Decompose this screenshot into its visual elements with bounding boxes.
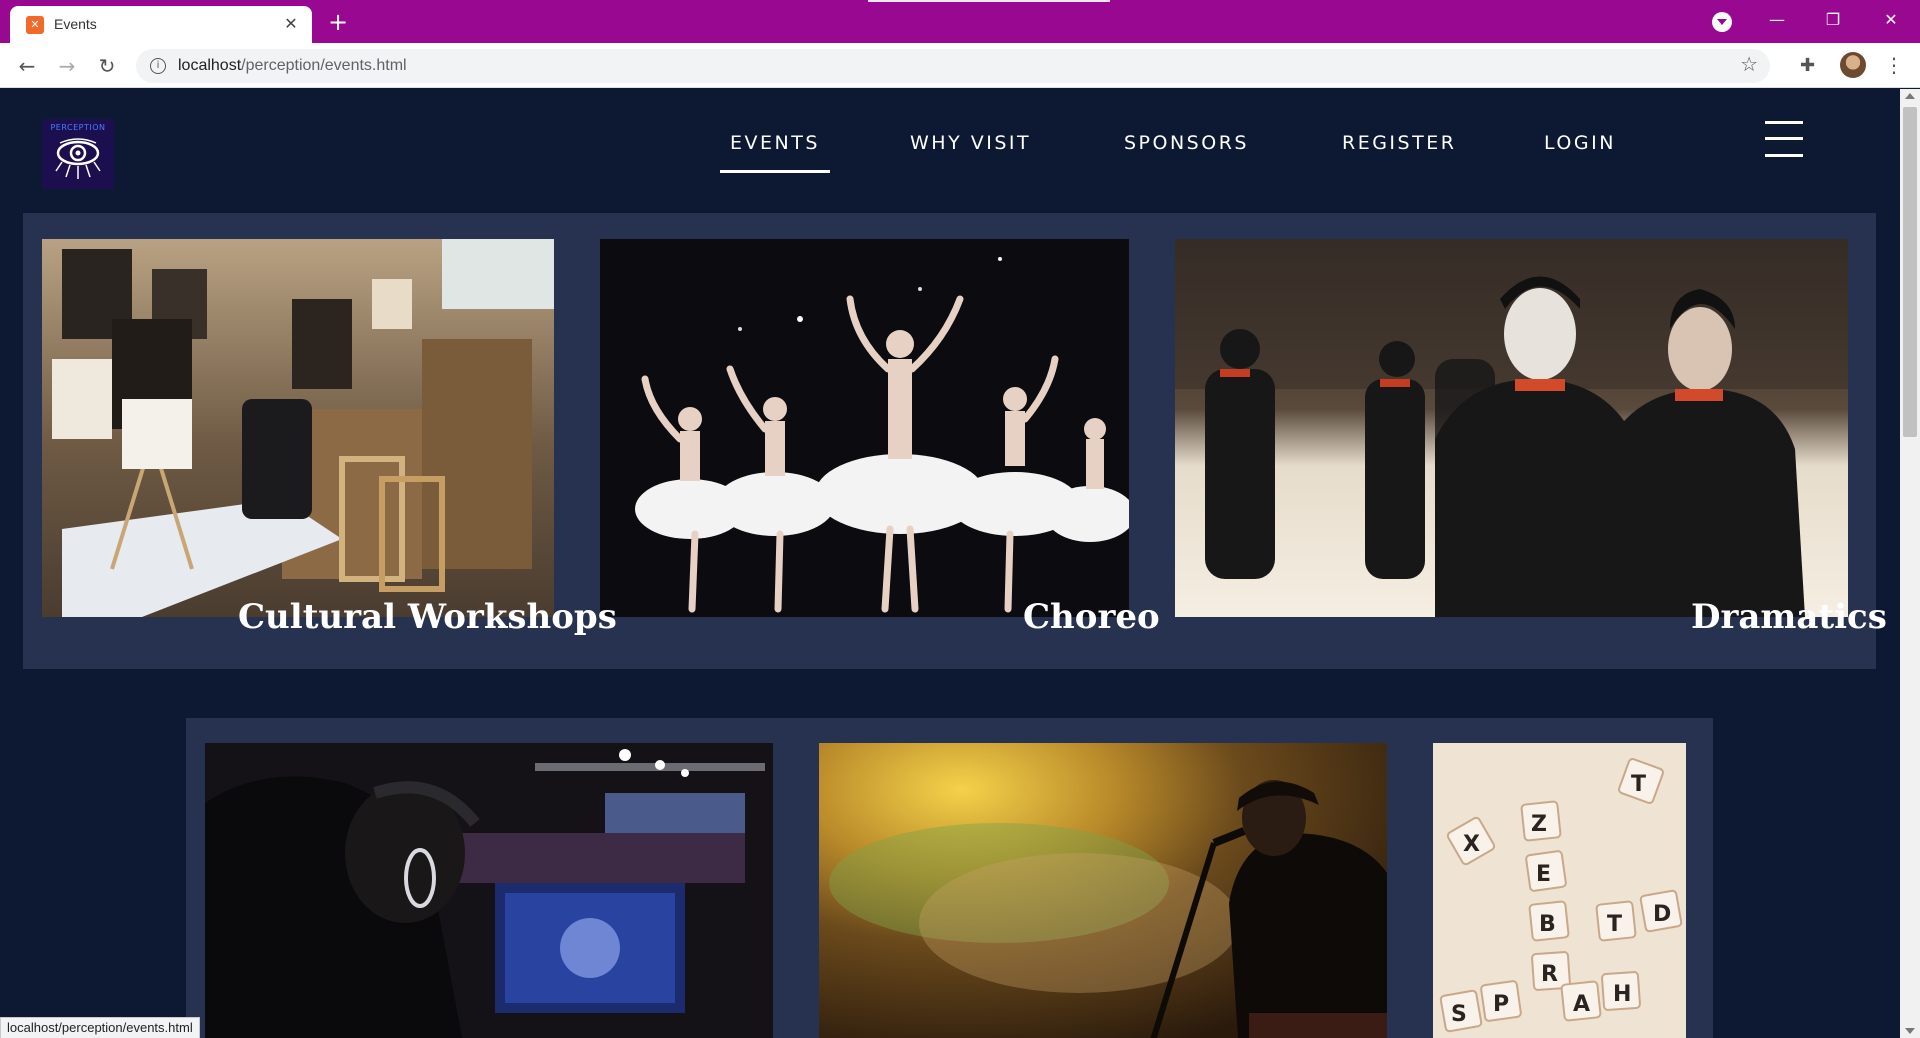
- ballet-dancers-photo[interactable]: [600, 239, 1129, 617]
- svg-text:Z: Z: [1531, 812, 1547, 837]
- nav-sponsors[interactable]: SPONSORS: [1124, 132, 1249, 154]
- svg-text:T: T: [1631, 772, 1646, 797]
- singer-smoke-stage-photo[interactable]: [819, 743, 1387, 1038]
- event-label-cultural-workshops[interactable]: Cultural Workshops: [238, 597, 617, 637]
- scroll-up-icon[interactable]: [1905, 93, 1915, 99]
- forward-button[interactable]: →: [52, 51, 82, 81]
- extensions-icon[interactable]: ✚: [1800, 55, 1815, 76]
- status-url-bubble: localhost/perception/events.html: [0, 1017, 200, 1038]
- url-text: localhost/perception/events.html: [178, 57, 407, 75]
- page-scrollbar[interactable]: [1900, 89, 1920, 1038]
- address-bar[interactable]: i localhost/perception/events.html ☆: [136, 49, 1770, 83]
- svg-text:T: T: [1607, 912, 1622, 937]
- profile-menu-icon[interactable]: [1712, 12, 1732, 32]
- site-logo[interactable]: PERCEPTION: [42, 119, 114, 189]
- events-row-1: Cultural Workshops Choreo Dramatics: [23, 213, 1887, 669]
- page-content: PERCEPTION EVENTS WHY VISIT SPONSORS REG…: [0, 89, 1900, 1038]
- nav-why-visit[interactable]: WHY VISIT: [910, 132, 1031, 154]
- nav-register[interactable]: REGISTER: [1342, 132, 1456, 154]
- back-button[interactable]: ←: [12, 51, 42, 81]
- browser-titlebar: ✕ Events ✕ + — ❐ ✕: [0, 0, 1920, 43]
- drag-indicator: [868, 0, 1110, 2]
- esports-gamer-photo[interactable]: [205, 743, 773, 1038]
- event-label-choreo[interactable]: Choreo: [1023, 597, 1160, 637]
- user-avatar[interactable]: [1840, 52, 1866, 78]
- scrabble-tiles-photo[interactable]: ZEBR S P AH T D X T: [1433, 743, 1686, 1038]
- tab-title: Events: [54, 16, 97, 32]
- nav-login[interactable]: LOGIN: [1544, 132, 1616, 154]
- browser-menu-icon[interactable]: ⋮: [1884, 53, 1904, 77]
- svg-text:P: P: [1493, 992, 1509, 1017]
- browser-tab[interactable]: ✕ Events ✕: [10, 6, 312, 43]
- svg-text:A: A: [1573, 992, 1590, 1017]
- xampp-favicon-icon: ✕: [26, 16, 44, 34]
- logo-text: PERCEPTION: [50, 123, 106, 132]
- event-label-dramatics[interactable]: Dramatics: [1691, 597, 1887, 637]
- scrollbar-thumb[interactable]: [1903, 107, 1917, 437]
- svg-text:H: H: [1613, 982, 1631, 1007]
- url-host: localhost: [178, 57, 242, 74]
- svg-text:E: E: [1536, 862, 1551, 887]
- minimize-button[interactable]: —: [1754, 0, 1800, 43]
- events-row-2: ZEBR S P AH T D X T: [186, 718, 1713, 1038]
- svg-text:R: R: [1541, 962, 1558, 987]
- browser-toolbar: ← → ↻ i localhost/perception/events.html…: [0, 43, 1920, 88]
- svg-text:X: X: [1463, 832, 1480, 857]
- mime-actors-stage-photo[interactable]: [1175, 239, 1848, 617]
- tab-close-icon[interactable]: ✕: [280, 13, 302, 35]
- restore-button[interactable]: ❐: [1810, 0, 1856, 43]
- reload-button[interactable]: ↻: [92, 51, 122, 81]
- hamburger-menu-icon[interactable]: [1765, 121, 1803, 157]
- bookmark-star-icon[interactable]: ☆: [1740, 52, 1758, 76]
- nav-events[interactable]: EVENTS: [720, 132, 830, 173]
- art-studio-photo[interactable]: [42, 239, 554, 617]
- url-path: /perception/events.html: [241, 57, 407, 74]
- new-tab-button[interactable]: +: [324, 8, 352, 36]
- site-info-icon[interactable]: i: [150, 58, 166, 74]
- svg-text:S: S: [1451, 1002, 1467, 1027]
- svg-text:D: D: [1653, 902, 1671, 927]
- close-window-button[interactable]: ✕: [1868, 0, 1914, 43]
- svg-text:B: B: [1539, 912, 1556, 937]
- scroll-down-icon[interactable]: [1905, 1028, 1915, 1034]
